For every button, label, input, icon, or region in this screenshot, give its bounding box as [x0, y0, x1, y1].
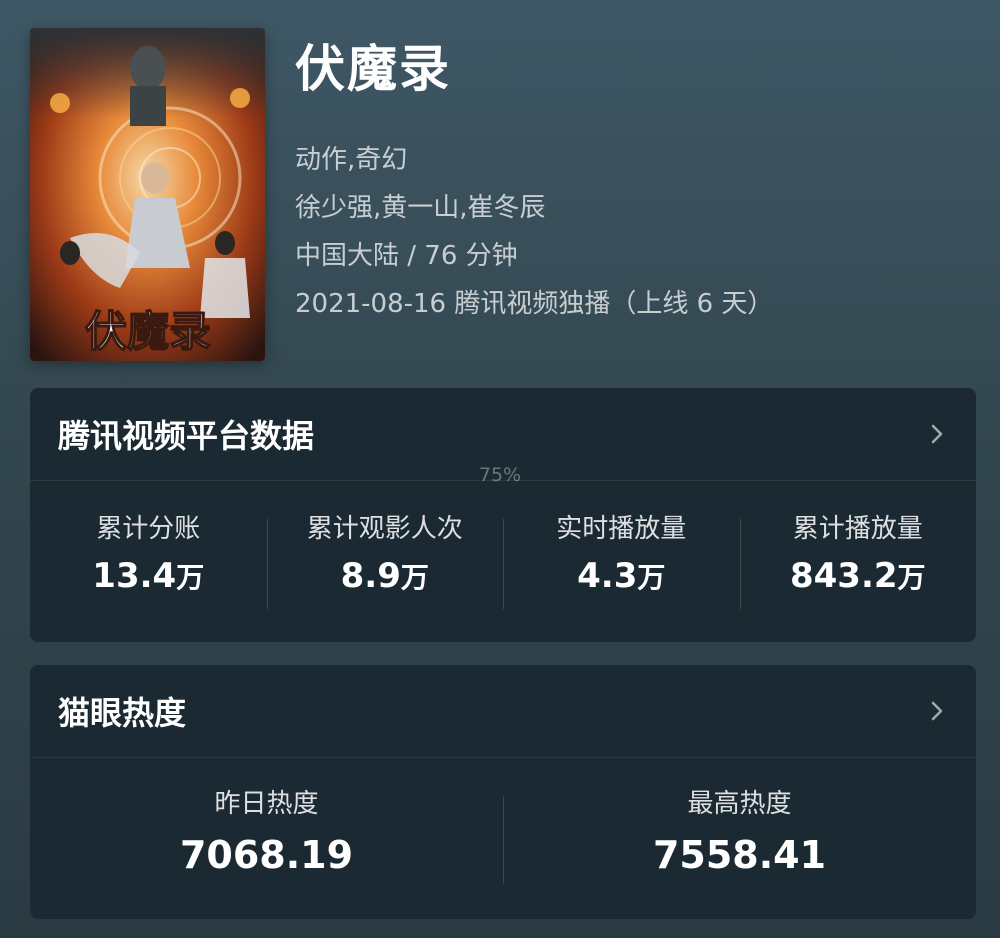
stat-label: 昨日热度 — [214, 789, 319, 819]
stat-value: 843.2万 — [790, 551, 926, 603]
stat-number: 8.9 — [340, 556, 401, 596]
stat-unit: 万 — [400, 561, 429, 594]
platform-stats-row: 累计分账 13.4万 累计观影人次 8.9万 实时播放量 4.3万 累计播放量 … — [30, 481, 976, 642]
stat-cumulative-viewers: 累计观影人次 8.9万 — [266, 481, 504, 642]
stat-label: 最高热度 — [687, 789, 792, 819]
stat-value: 4.3万 — [577, 551, 665, 603]
movie-title: 伏魔录 — [295, 40, 451, 98]
movie-region-duration: 中国大陆 / 76 分钟 — [295, 241, 518, 271]
maoyan-heat-title: 猫眼热度 — [58, 694, 187, 732]
chevron-right-icon[interactable] — [926, 700, 948, 722]
movie-poster[interactable]: 伏魔录 — [30, 28, 265, 361]
stat-unit: 万 — [637, 561, 666, 594]
stat-cumulative-plays: 累计播放量 843.2万 — [739, 481, 977, 642]
poster-image: 伏魔录 — [30, 28, 265, 361]
stat-value: 13.4万 — [92, 551, 204, 603]
stat-label: 累计观影人次 — [306, 514, 463, 544]
stat-cumulative-revenue: 累计分账 13.4万 — [30, 481, 267, 642]
stat-yesterday-heat: 昨日热度 7068.19 — [30, 758, 503, 919]
heat-stats-row: 昨日热度 7068.19 最高热度 7558.41 — [30, 758, 976, 919]
stat-value: 7068.19 — [179, 833, 354, 877]
stat-label: 累计分账 — [96, 514, 201, 544]
movie-info: 伏魔录 动作,奇幻 徐少强,黄一山,崔冬辰 中国大陆 / 76 分钟 2021-… — [295, 34, 975, 328]
stat-unit: 万 — [897, 561, 926, 594]
maoyan-heat-card[interactable]: 猫眼热度 昨日热度 7068.19 最高热度 7558.41 — [30, 665, 976, 919]
stat-value: 7558.41 — [652, 833, 827, 877]
platform-data-card[interactable]: 腾讯视频平台数据 累计分账 13.4万 累计观影人次 8.9万 实时播放量 4.… — [30, 388, 976, 642]
maoyan-heat-header[interactable]: 猫眼热度 — [30, 665, 976, 758]
platform-data-title: 腾讯视频平台数据 — [58, 417, 315, 455]
movie-release-info: 2021-08-16 腾讯视频独播（上线 6 天） — [295, 289, 774, 319]
stat-value: 8.9万 — [341, 551, 429, 603]
zoom-indicator: 75% — [478, 464, 522, 486]
stat-label: 累计播放量 — [792, 514, 923, 544]
movie-genre: 动作,奇幻 — [295, 145, 408, 175]
stat-label: 实时播放量 — [556, 514, 687, 544]
stat-realtime-plays: 实时播放量 4.3万 — [503, 481, 740, 642]
movie-header: 伏魔录 伏魔录 动作,奇幻 徐少强,黄一山,崔冬辰 中国大陆 / 76 分钟 2… — [0, 0, 1000, 380]
movie-cast: 徐少强,黄一山,崔冬辰 — [295, 193, 546, 223]
poster-title-text: 伏魔录 — [85, 307, 211, 356]
chevron-right-icon[interactable] — [926, 423, 948, 445]
stat-number: 843.2 — [789, 556, 898, 596]
stat-number: 13.4 — [92, 556, 177, 596]
stat-unit: 万 — [176, 561, 205, 594]
stat-number: 4.3 — [577, 556, 638, 596]
stat-peak-heat: 最高热度 7558.41 — [503, 758, 976, 919]
